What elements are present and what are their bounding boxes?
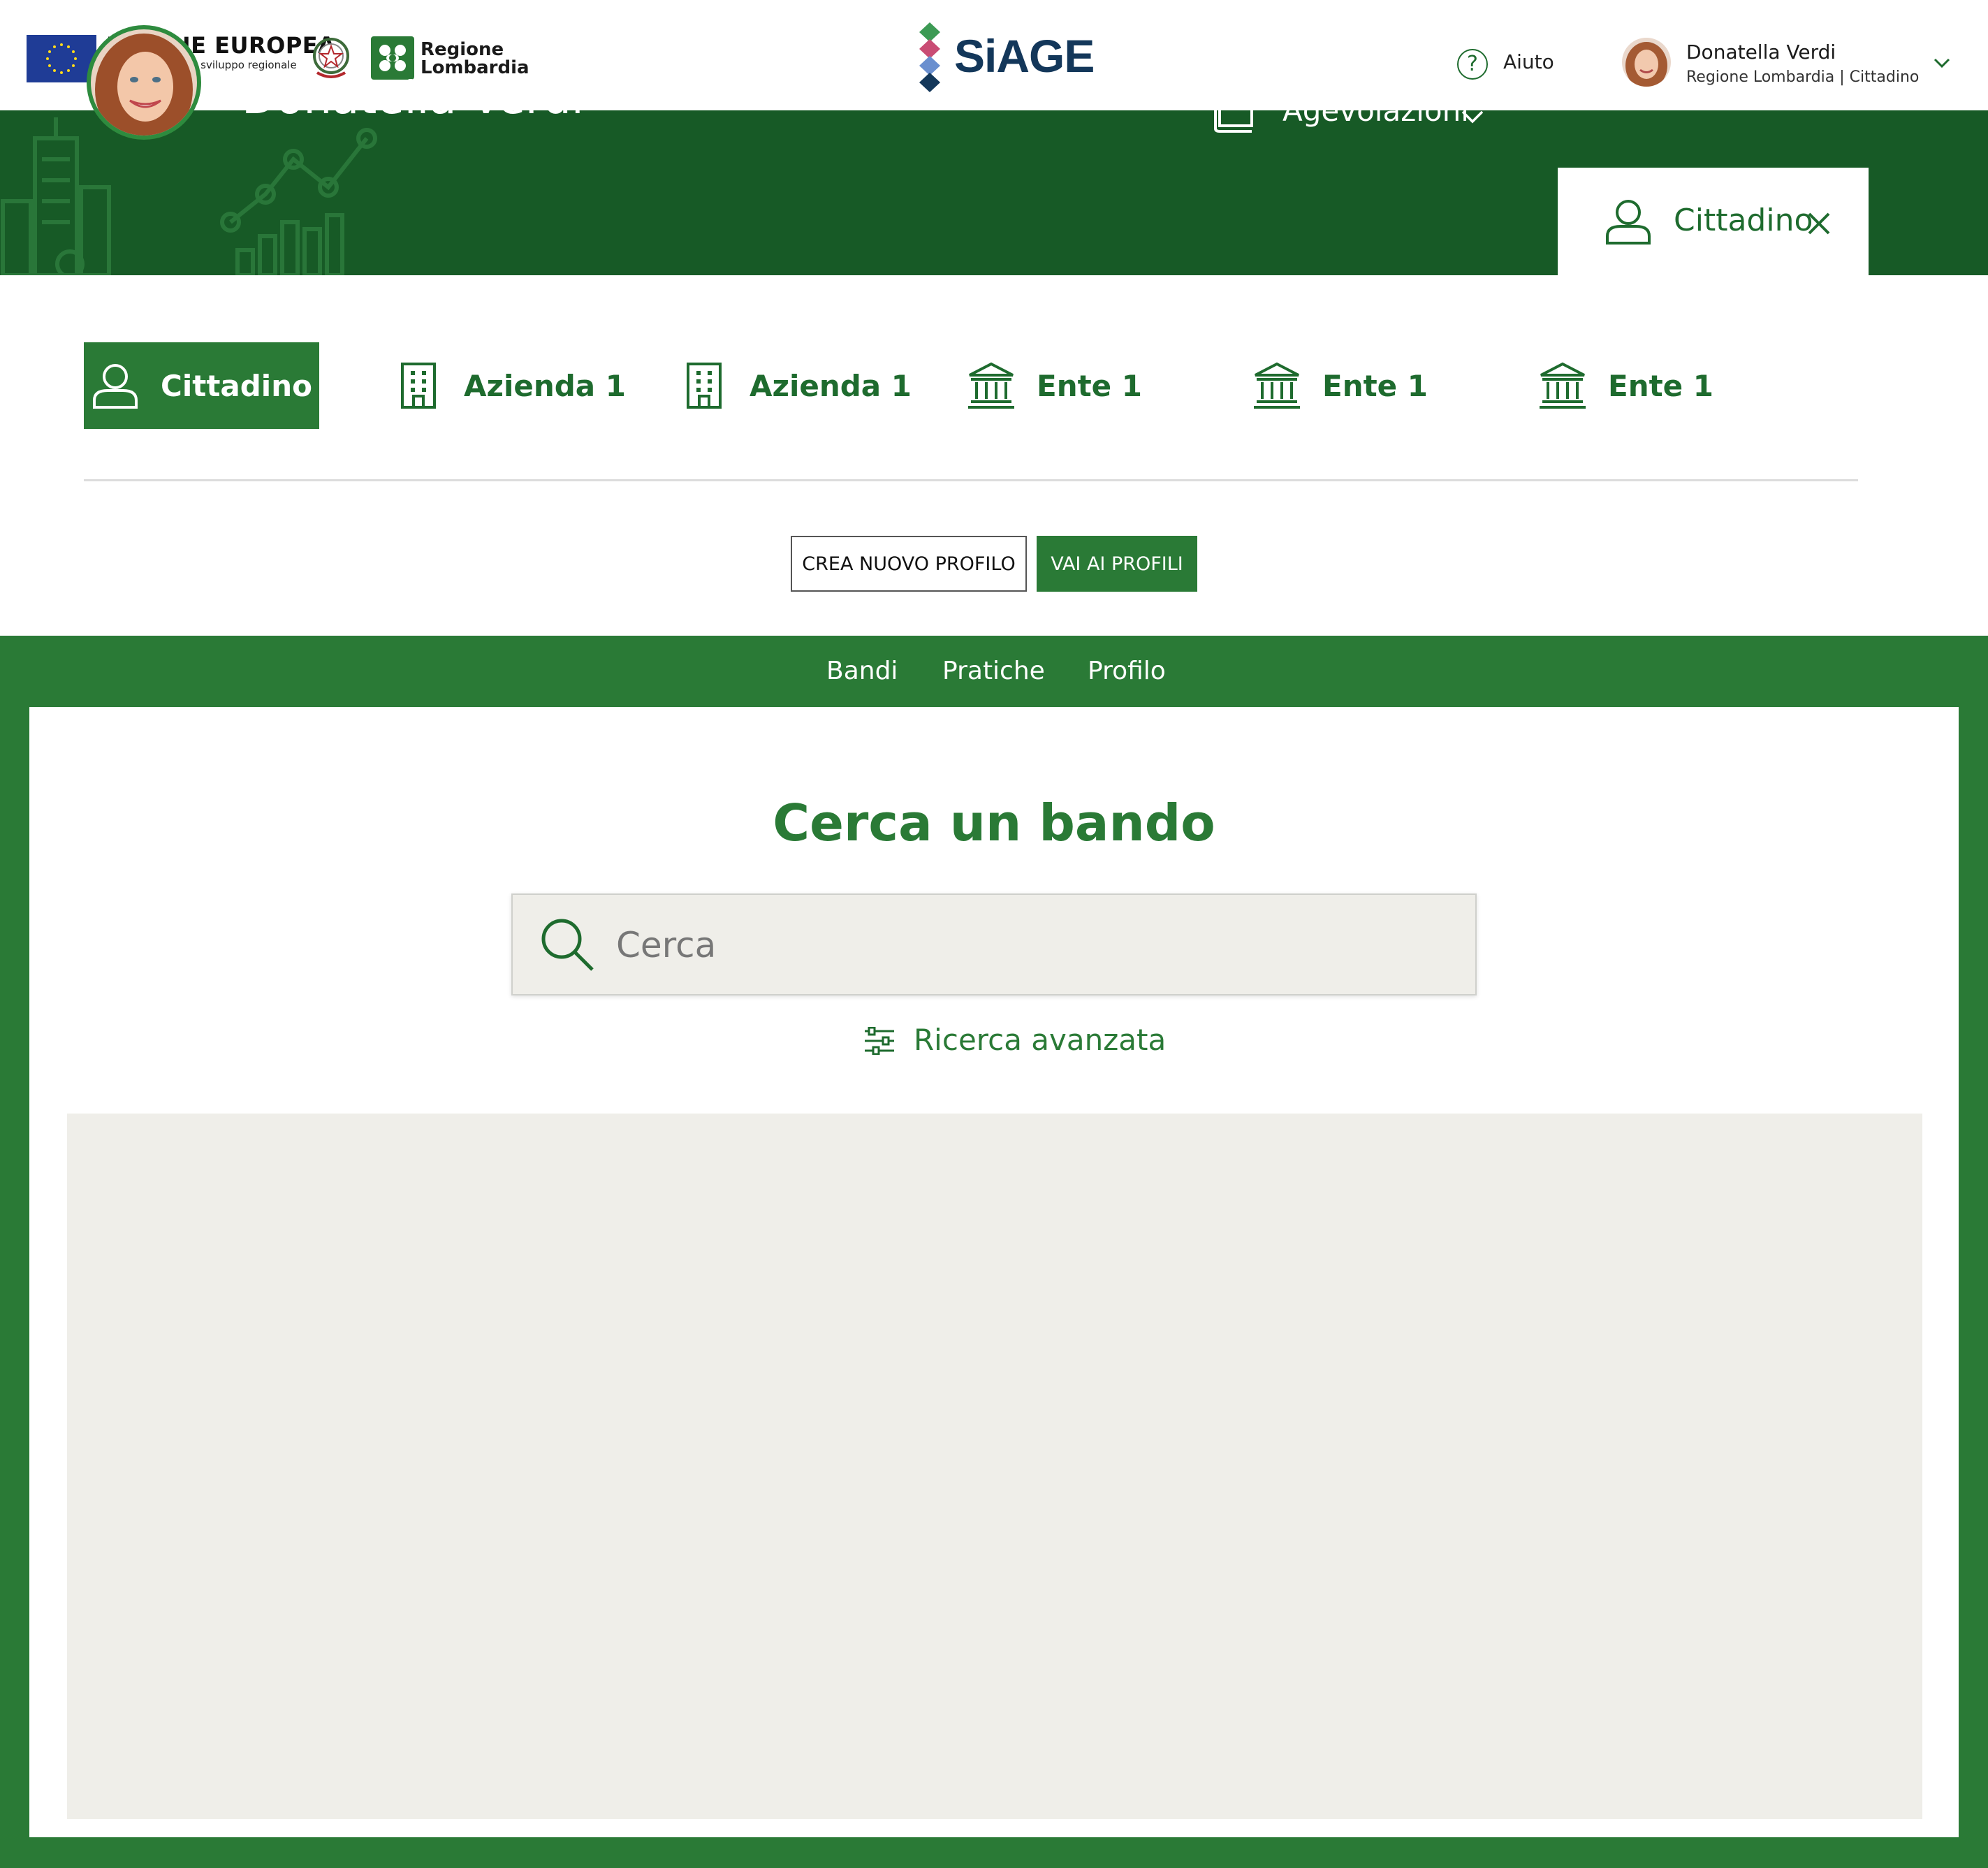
profile-item-label: Ente 1 <box>1322 368 1428 403</box>
profiles-divider <box>84 479 1858 481</box>
filter-sliders-icon[interactable] <box>863 1027 896 1055</box>
eu-star-icon <box>46 57 49 60</box>
profile-name: Donatella Verdi <box>242 73 584 124</box>
profile-item-label: Azienda 1 <box>750 368 912 403</box>
profile-item-azienda[interactable]: Azienda 1 <box>680 342 912 429</box>
eu-flag-logo <box>27 35 96 82</box>
avatar[interactable] <box>1622 38 1671 87</box>
eu-star-icon <box>67 45 70 48</box>
book-icon <box>1214 85 1253 133</box>
profile-item-azienda[interactable]: Azienda 1 <box>394 342 626 429</box>
close-icon[interactable] <box>1806 211 1832 236</box>
agevolazioni-menu[interactable]: Agevolazioni <box>1282 94 1469 128</box>
user-icon <box>1606 200 1651 245</box>
user-photo-icon <box>1622 38 1671 87</box>
profile-item-ente[interactable]: Ente 1 <box>1538 342 1713 429</box>
go-to-profiles-button[interactable]: VAI AI PROFILI <box>1037 536 1197 592</box>
nav-profilo[interactable]: Profilo <box>1088 657 1166 685</box>
eu-star-icon <box>47 64 51 67</box>
profile-item-ente[interactable]: Ente 1 <box>1252 342 1428 429</box>
chevron-down-icon[interactable] <box>1460 103 1485 129</box>
profile-item-label: Azienda 1 <box>464 368 626 403</box>
institution-icon <box>1254 362 1300 409</box>
profile-item-label: Ente 1 <box>1608 368 1713 403</box>
eu-star-icon <box>72 50 75 53</box>
siage-logo-text: SiAGE <box>954 30 1095 82</box>
profile-item-label: Cittadino <box>161 368 312 403</box>
search-icon <box>541 919 594 971</box>
help-link[interactable]: Aiuto <box>1503 50 1554 73</box>
eu-star-icon <box>74 57 77 60</box>
nav-bandi[interactable]: Bandi <box>826 657 898 685</box>
eu-star-icon <box>47 50 51 53</box>
search-input[interactable] <box>615 917 1456 974</box>
institution-icon <box>1540 362 1586 409</box>
help-icon[interactable]: ? <box>1457 49 1488 80</box>
profile-item-label: Ente 1 <box>1037 368 1142 403</box>
advanced-search-link[interactable]: Ricerca avanzata <box>914 1023 1166 1057</box>
building-icon <box>401 363 436 409</box>
nav-pratiche[interactable]: Pratiche <box>942 657 1045 685</box>
eu-star-icon <box>72 64 75 67</box>
results-area <box>67 1114 1922 1819</box>
chevron-down-icon[interactable] <box>1932 53 1952 73</box>
user-role: Regione Lombardia | Cittadino <box>1686 68 1920 86</box>
profile-item-cittadino[interactable]: Cittadino <box>84 342 319 429</box>
eu-star-icon <box>60 71 63 74</box>
user-name[interactable]: Donatella Verdi <box>1686 41 1836 64</box>
region-line1: Regione <box>421 39 504 60</box>
profile-item-ente[interactable]: Ente 1 <box>967 342 1142 429</box>
eu-star-icon <box>67 69 70 73</box>
eu-star-icon <box>53 69 56 73</box>
active-profile-label[interactable]: Cittadino <box>1674 203 1813 238</box>
regione-lombardia-text: Regione Lombardia <box>421 41 529 77</box>
building-icon <box>687 363 722 409</box>
eu-star-icon <box>53 45 56 48</box>
create-profile-button[interactable]: CREA NUOVO PROFILO <box>791 536 1027 592</box>
institution-icon <box>968 362 1014 409</box>
siage-logo-icon <box>919 22 940 92</box>
profile-avatar <box>87 25 201 140</box>
search-title: Cerca un bando <box>773 794 1215 852</box>
city-skyline-decoration-icon <box>1 117 377 275</box>
eu-star-icon <box>60 43 63 46</box>
user-photo-icon <box>91 29 197 136</box>
user-icon <box>93 364 138 409</box>
